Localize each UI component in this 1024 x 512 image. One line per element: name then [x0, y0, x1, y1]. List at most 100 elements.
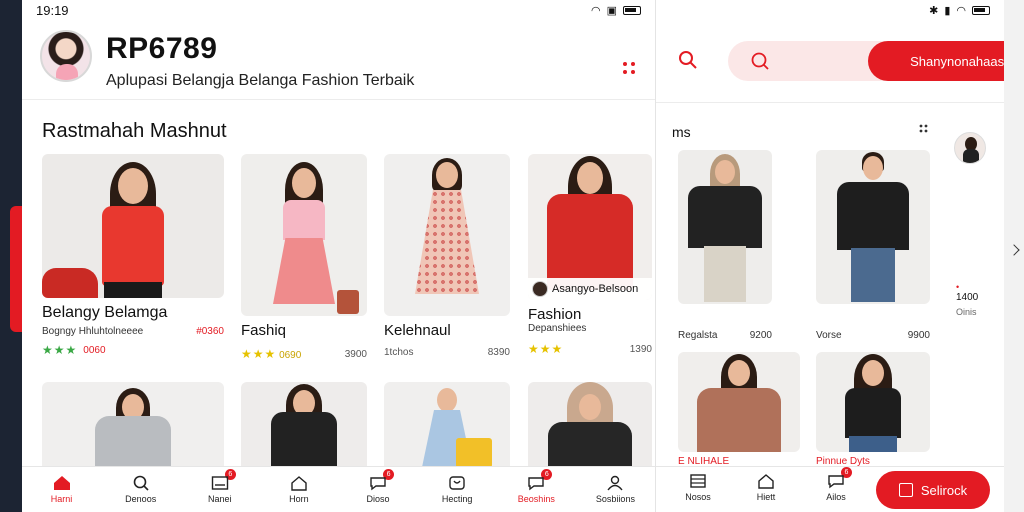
product-image [42, 382, 224, 472]
bottom-nav: Nosos Hiett 6 Ailos Selirock [656, 466, 1004, 512]
product-name: Fashion [528, 306, 582, 323]
nav-label: Denoos [125, 494, 157, 504]
search-icon[interactable] [678, 50, 698, 70]
more-icon[interactable] [623, 62, 635, 74]
product-card[interactable] [241, 382, 367, 472]
search-row: Shanynonahaaseit [656, 40, 1004, 84]
section-title: ms [672, 124, 691, 140]
nav-list[interactable]: Nosos [668, 473, 728, 502]
nav-home[interactable]: Harni [32, 475, 92, 504]
product-image [816, 352, 930, 452]
status-bar: ✱ ▮ ◠ [656, 0, 1004, 20]
nav-label: Beoshins [517, 494, 555, 504]
battery-icon [972, 5, 990, 15]
home-icon [53, 476, 70, 490]
rating-value: 0060 [83, 344, 106, 356]
cart-icon [528, 477, 545, 491]
product-image: Asangyo-Belsoon [528, 154, 652, 300]
status-time: 19:19 [36, 2, 69, 18]
product-card[interactable]: Pinnue Dyts [816, 352, 930, 467]
bottom-nav: Harni Denoos 6 Nanei Horn 6 Dioso Hectin… [22, 466, 655, 512]
nav-search[interactable]: Denoos [111, 475, 171, 504]
side-stat-marker: • [956, 282, 960, 292]
product-image [816, 150, 930, 304]
product-image [241, 154, 367, 316]
chat-icon [828, 475, 844, 489]
page-subtitle: Aplupasi Belangja Belanga Fashion Terbai… [106, 72, 415, 89]
side-stat-label: Oinis [956, 307, 977, 317]
badge-label: Asangyo-Belsoon [552, 283, 639, 295]
product-count: 3900 [344, 348, 367, 360]
bluetooth-icon: ✱ [929, 4, 939, 17]
product-image [384, 154, 510, 316]
edge-accent [10, 206, 22, 332]
search-input[interactable]: Shanynonahaaseit [728, 41, 1004, 81]
left-screen: 19:19 ◠ ▣ RP6789 Aplupasi Belangja Belan… [22, 0, 656, 512]
product-card[interactable] [42, 382, 224, 472]
nav-label: Nanei [208, 494, 232, 504]
nav-chat[interactable]: 6 Ailos [806, 467, 866, 502]
battery-icon [623, 5, 641, 15]
product-card[interactable]: Kelehnaul 1tchos 8390 [384, 154, 510, 358]
home-icon [758, 474, 774, 489]
product-card[interactable]: Belangy Belamga Bogngy Hhluhtolneeee #03… [42, 154, 224, 357]
nav-label: Nosos [685, 492, 711, 502]
nav-home[interactable]: Hiett [736, 473, 796, 502]
search-button[interactable]: Shanynonahaaseit [868, 41, 1004, 81]
bag-icon [449, 476, 465, 490]
store-icon [291, 476, 307, 491]
nav-cart[interactable]: 6 Beoshins [506, 469, 566, 504]
product-count: 8390 [487, 347, 510, 358]
divider [656, 102, 1004, 103]
avatar[interactable] [954, 132, 986, 164]
avatar[interactable] [40, 30, 92, 82]
nav-profile[interactable]: Sosbiions [585, 475, 645, 504]
nav-orders[interactable]: Hecting [427, 475, 487, 504]
inbox-icon [211, 476, 229, 490]
rating-stars: ★★★ [241, 347, 277, 361]
product-meta: Depanshiees [528, 323, 587, 334]
side-stat-value: 1400 [956, 292, 979, 303]
product-price: 9900 [907, 330, 930, 341]
right-screen: ✱ ▮ ◠ Shanynonahaaseit ms Regalsta [656, 0, 1004, 512]
product-card[interactable]: Fashiq ★★★ 0690 3900 [241, 154, 367, 361]
nav-label: Hiett [756, 492, 776, 502]
nav-label: Dioso [366, 494, 390, 504]
chat-icon [370, 477, 386, 491]
more-icon[interactable] [918, 124, 928, 136]
product-card[interactable] [384, 382, 510, 472]
product-card[interactable]: E NLIHALE [678, 352, 800, 467]
cart-icon [898, 483, 913, 497]
status-icons: ◠ ▣ [591, 4, 641, 17]
product-image [42, 154, 224, 298]
product-name: Regalsta [678, 330, 718, 341]
badge-avatar [532, 281, 548, 297]
signal-icon: ▣ [606, 4, 617, 17]
product-name: Belangy Belamga [42, 304, 168, 321]
product-image [241, 382, 367, 472]
nav-label: Sosbiions [595, 494, 635, 504]
product-image [678, 150, 772, 304]
checkout-button[interactable]: Selirock [876, 471, 990, 509]
right-gutter [1004, 0, 1024, 512]
nav-chat[interactable]: 6 Dioso [348, 469, 408, 504]
rating-value: 0690 [279, 350, 302, 361]
product-card[interactable]: Asangyo-Belsoon Fashion Depanshiees ★★★ … [528, 154, 652, 356]
nav-messages[interactable]: 6 Nanei [190, 469, 250, 504]
wifi-icon: ◠ [956, 4, 966, 17]
section-title: Rastmahah Mashnut [42, 120, 227, 142]
product-image [678, 352, 800, 452]
product-card[interactable]: Regalsta 9200 [678, 150, 772, 341]
product-card[interactable]: Vorse 9900 [816, 150, 930, 341]
app-header: RP6789 Aplupasi Belangja Belanga Fashion… [22, 20, 655, 100]
status-bar: 19:19 ◠ ▣ [22, 0, 655, 20]
nav-label: Harni [50, 494, 73, 504]
product-name: Fashiq [241, 322, 287, 339]
product-meta: Bogngy Hhluhtolneeee [42, 326, 144, 337]
product-card[interactable] [528, 382, 652, 472]
nav-store[interactable]: Horn [269, 475, 329, 504]
nav-label: Hecting [441, 494, 473, 504]
side-stat: • 1400 Oinis [956, 282, 978, 317]
signal-icon: ▮ [944, 4, 951, 17]
product-price: 9200 [749, 330, 772, 341]
